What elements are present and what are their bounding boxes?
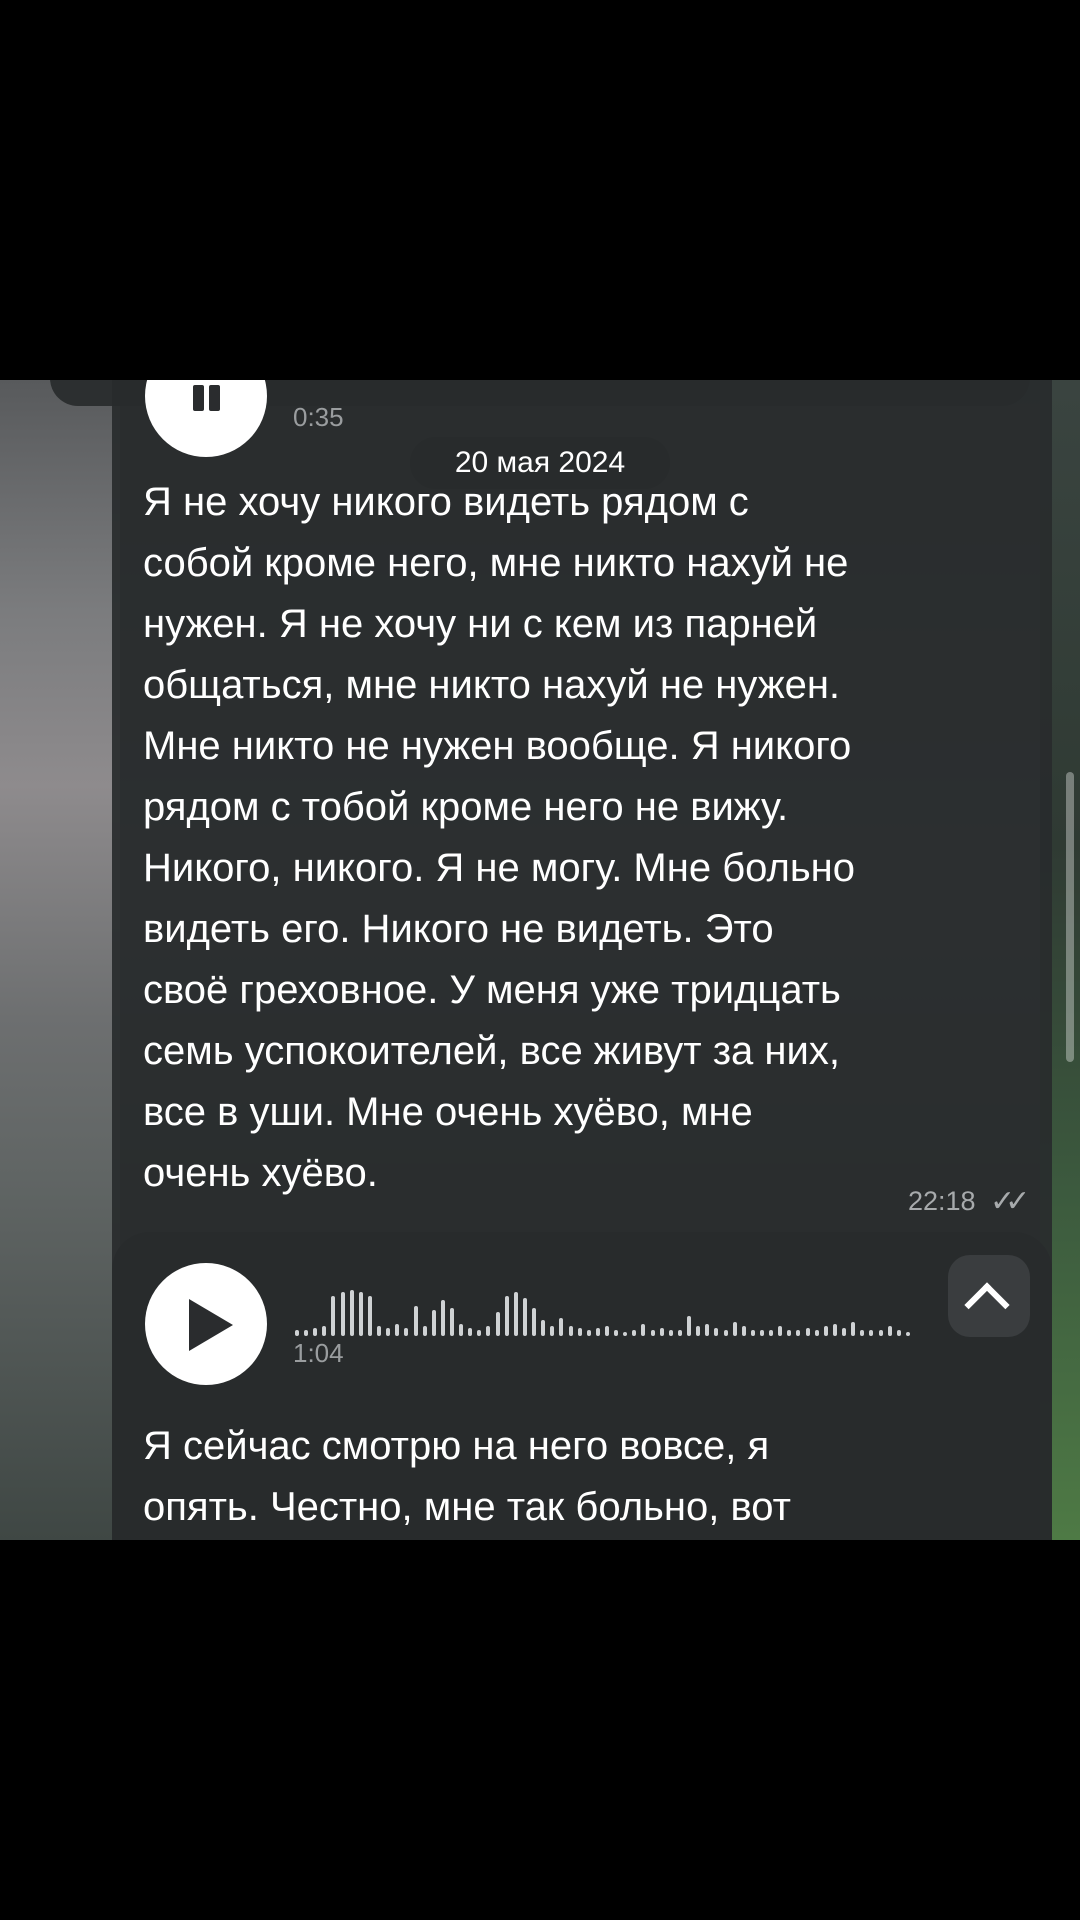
transcript-text: Я не хочу никого видеть рядом с собой кр… [143,480,855,1195]
waveform-bar [805,1328,810,1336]
waveform-bar [331,1296,336,1336]
waveform-bar [513,1292,518,1336]
scrollbar[interactable] [1066,772,1074,1062]
wallpaper-left [0,380,120,1540]
waveform-bar [760,1330,764,1336]
waveform-bar [386,1328,391,1336]
waveform-bar [614,1330,619,1336]
waveform-bar [696,1326,701,1336]
waveform-bar [504,1296,509,1336]
waveform-bar [358,1292,363,1336]
waveform-bar [878,1330,883,1336]
message-time: 22:18 [908,1186,976,1216]
play-button[interactable] [145,1263,267,1385]
waveform-bar [823,1326,828,1336]
waveform-bar [367,1296,372,1336]
waveform-bar [322,1326,327,1336]
waveform-bar [650,1330,655,1336]
waveform-bar [349,1290,354,1336]
waveform-bar [687,1316,692,1336]
waveform-bar [659,1328,664,1336]
play-icon [189,1299,233,1351]
waveform-bar [632,1330,637,1336]
waveform-bar [677,1330,682,1336]
waveform-bar [723,1330,728,1336]
waveform-bar [896,1330,901,1336]
waveform-bar [550,1326,555,1336]
waveform-bar [705,1324,710,1336]
waveform-bar [468,1328,473,1336]
waveform-bar [595,1328,600,1336]
collapse-transcript-button[interactable] [948,1255,1030,1337]
waveform-bar [832,1324,837,1336]
waveform-bar [750,1330,755,1336]
waveform-bar [532,1308,537,1336]
waveform-bar [450,1308,454,1336]
waveform-bar [741,1326,746,1336]
voice-duration: 1:04 [293,1338,344,1368]
waveform-bar [887,1326,892,1336]
waveform-bar [477,1330,482,1336]
waveform-bar [495,1312,500,1336]
waveform-bar [459,1324,464,1336]
waveform-bar [860,1330,865,1336]
waveform-bar [905,1332,910,1336]
waveform-bar [732,1322,737,1336]
waveform-bar [577,1328,582,1336]
double-check-icon: ✓✓ [990,1185,1030,1218]
voice-waveform[interactable] [295,1280,915,1336]
waveform-bar [440,1300,445,1336]
waveform-bar [377,1326,382,1336]
waveform-bar [413,1306,418,1336]
waveform-bar [787,1330,792,1336]
waveform-bar [842,1328,847,1336]
chat-viewport: 0:35 20 мая 2024 Я не хочу никого видеть… [0,380,1080,1540]
waveform-bar [714,1328,719,1336]
waveform-bar [559,1318,564,1336]
waveform-bar [422,1326,427,1336]
waveform-bar [395,1324,400,1336]
waveform-bar [522,1298,527,1336]
pause-icon [187,380,227,411]
waveform-bar [568,1326,573,1336]
waveform-bar [623,1332,628,1336]
waveform-bar [869,1330,874,1336]
waveform-bar [313,1328,318,1336]
waveform-bar [814,1330,819,1336]
waveform-bar [295,1330,299,1336]
waveform-bar [769,1330,774,1336]
waveform-bar [431,1310,436,1336]
waveform-bar [668,1330,673,1336]
previous-voice-duration: 0:35 [293,402,344,432]
waveform-bar [541,1320,546,1336]
waveform-bar [851,1322,856,1336]
waveform-bar [796,1330,801,1336]
waveform-bar [340,1292,345,1336]
chevron-up-icon [964,1282,1010,1328]
waveform-bar [641,1324,646,1336]
transcript-text-2: Я сейчас смотрю на него вовсе, я опять. … [143,1424,791,1529]
waveform-bar [486,1326,491,1336]
waveform-bar [586,1330,591,1336]
waveform-bar [404,1328,409,1336]
waveform-bar [304,1330,309,1336]
waveform-bar [778,1326,783,1336]
waveform-bar [605,1326,609,1336]
